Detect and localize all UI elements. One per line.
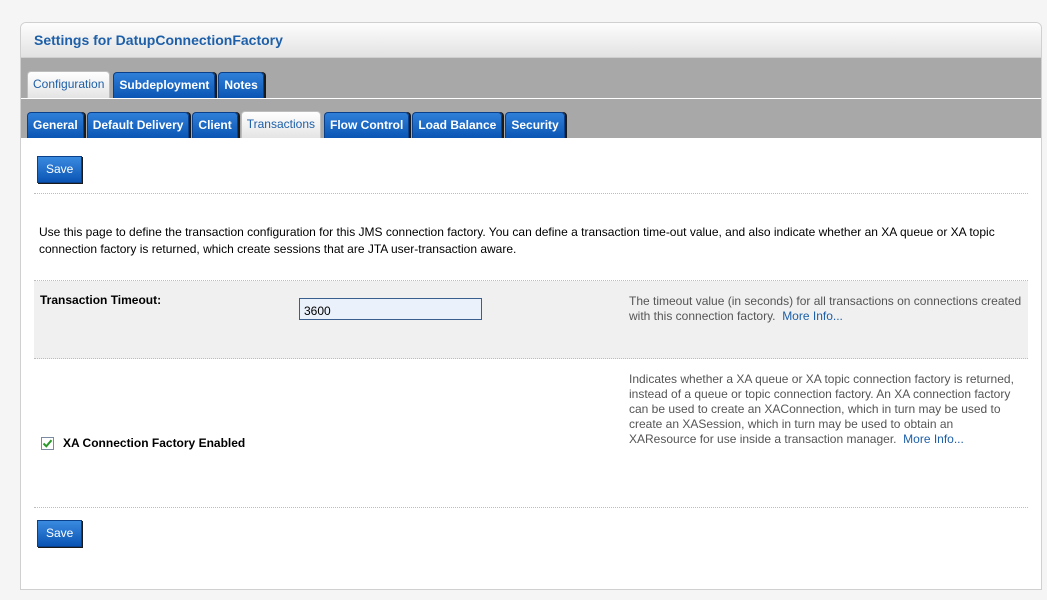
tab-notes[interactable]: Notes: [218, 72, 264, 98]
transaction-timeout-more-info-link[interactable]: More Info...: [782, 309, 843, 323]
checkmark-icon: [42, 439, 53, 448]
transaction-timeout-label: Transaction Timeout:: [40, 293, 162, 307]
xa-enabled-more-info-link[interactable]: More Info...: [903, 432, 964, 446]
save-button-top[interactable]: Save: [37, 156, 83, 183]
xa-enabled-help: Indicates whether a XA queue or XA topic…: [629, 359, 1028, 507]
bottom-button-bar: Save: [34, 508, 1028, 547]
tab-configuration[interactable]: Configuration: [27, 71, 111, 98]
transaction-timeout-row: Transaction Timeout: The timeout value (…: [34, 281, 1028, 359]
tab-load-balance[interactable]: Load Balance: [412, 112, 503, 138]
tab-transactions[interactable]: Transactions: [240, 111, 321, 138]
xa-enabled-checkbox[interactable]: [41, 436, 54, 450]
intro-text: Use this page to define the transaction …: [34, 194, 1028, 281]
transaction-timeout-help: The timeout value (in seconds) for all t…: [629, 281, 1028, 358]
tab-general[interactable]: General: [27, 112, 84, 138]
tab-flow-control[interactable]: Flow Control: [324, 112, 410, 138]
tab-subdeployment[interactable]: Subdeployment: [113, 72, 216, 98]
xa-enabled-label: XA Connection Factory Enabled: [63, 436, 246, 450]
secondary-tabs: General Default Delivery Client Transact…: [21, 98, 1041, 138]
tab-client[interactable]: Client: [192, 112, 238, 138]
tab-default-delivery[interactable]: Default Delivery: [86, 112, 190, 138]
primary-tabs: Configuration Subdeployment Notes: [21, 58, 1041, 98]
content-area: Save Use this page to define the transac…: [21, 138, 1041, 547]
page-title: Settings for DatupConnectionFactory: [34, 32, 283, 48]
xa-enabled-cell: XA Connection Factory Enabled: [34, 359, 629, 507]
xa-enabled-row: XA Connection Factory Enabled Indicates …: [34, 359, 1028, 508]
title-bar: Settings for DatupConnectionFactory: [21, 23, 1041, 58]
transaction-timeout-field[interactable]: [299, 298, 482, 320]
settings-panel: Settings for DatupConnectionFactory Conf…: [20, 22, 1042, 590]
save-button-bottom[interactable]: Save: [37, 520, 83, 547]
top-button-bar: Save: [34, 138, 1028, 194]
tab-security[interactable]: Security: [505, 112, 565, 138]
transaction-timeout-input-cell: [299, 281, 629, 358]
